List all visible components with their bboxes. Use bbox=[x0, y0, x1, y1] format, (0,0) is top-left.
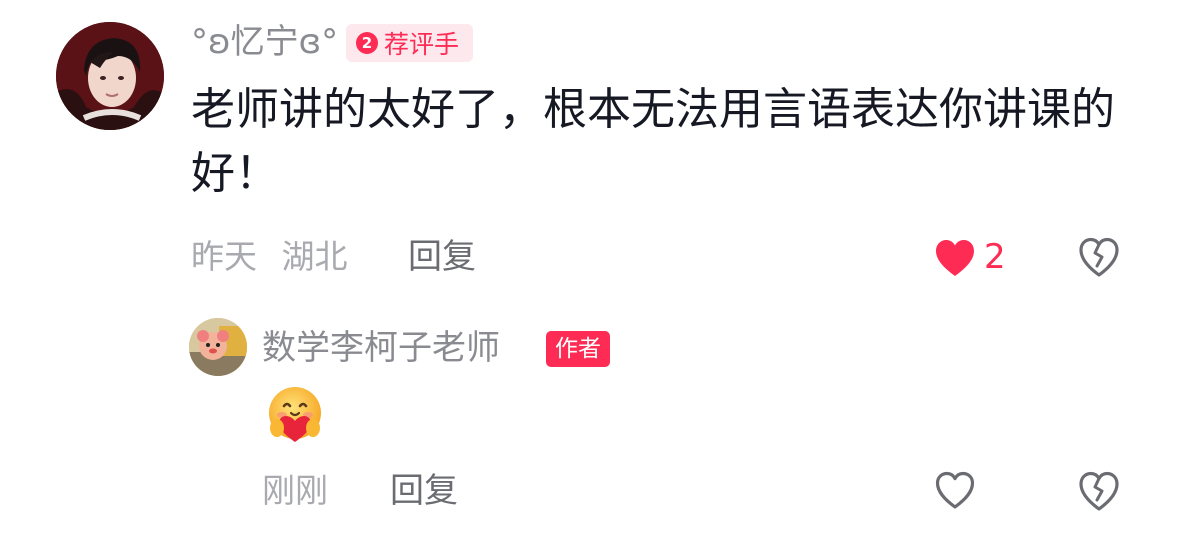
reply-reply-button[interactable]: 回复 bbox=[390, 466, 458, 516]
like-count: 2 bbox=[984, 237, 1006, 277]
reply-time: 刚刚 bbox=[262, 471, 328, 510]
broken-heart-icon[interactable] bbox=[1078, 470, 1120, 512]
comment-text: 老师讲的太好了，根本无法用言语表达你讲课的好！ bbox=[191, 84, 1115, 199]
heart-filled-icon[interactable] bbox=[934, 238, 976, 278]
recommender-badge: 2 荐评手 bbox=[346, 24, 474, 62]
reply-button[interactable]: 回复 bbox=[408, 232, 476, 282]
broken-heart-icon[interactable] bbox=[1078, 236, 1120, 278]
commenter-username[interactable]: °ʚ忆宁ɞ° bbox=[191, 18, 338, 66]
comment-time: 昨天 bbox=[191, 237, 257, 276]
commenter-avatar[interactable] bbox=[56, 22, 164, 130]
heart-outline-icon[interactable] bbox=[934, 470, 976, 510]
comment-location: 湖北 bbox=[281, 237, 348, 276]
rank-number: 2 bbox=[356, 32, 378, 54]
author-badge: 作者 bbox=[546, 331, 610, 367]
heart-hug-emoji-icon bbox=[264, 384, 326, 446]
author-avatar[interactable] bbox=[189, 318, 247, 376]
author-username[interactable]: 数学李柯子老师 bbox=[262, 324, 500, 372]
comment-meta: 昨天 湖北 bbox=[191, 232, 348, 282]
badge-label: 荐评手 bbox=[384, 30, 460, 59]
